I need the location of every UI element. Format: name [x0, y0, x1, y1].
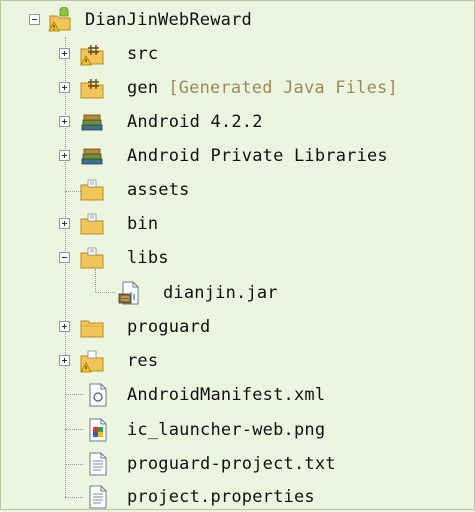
tree-label: ic_launcher-web.png: [127, 420, 326, 440]
expand-toggle[interactable]: [59, 116, 70, 127]
tree-row-src[interactable]: src: [1, 39, 471, 69]
tree-row-proguard-project[interactable]: proguard-project.txt: [1, 449, 471, 479]
expand-toggle[interactable]: [59, 321, 70, 332]
source-folder-icon: [79, 75, 105, 101]
tree-row-dianjin-jar[interactable]: dianjin.jar: [1, 278, 471, 308]
tree-row-res[interactable]: res: [1, 346, 471, 376]
project-tree: DianJinWebReward src gen [Generated Java…: [1, 1, 474, 509]
text-file-icon: [85, 484, 111, 510]
collapse-toggle[interactable]: [29, 14, 40, 25]
tree-label: dianjin.jar: [163, 283, 278, 303]
library-icon: [79, 143, 105, 169]
expand-toggle[interactable]: [59, 150, 70, 161]
generated-decoration: [Generated Java Files]: [168, 78, 398, 98]
tree-row-assets[interactable]: assets: [1, 175, 471, 205]
project-name: DianJinWebReward: [85, 10, 252, 30]
folder-name: gen: [127, 78, 159, 98]
tree-label: src: [127, 44, 159, 64]
tree-row-project[interactable]: DianJinWebReward: [1, 5, 471, 35]
tree-label: res: [127, 351, 159, 371]
expand-toggle[interactable]: [59, 218, 70, 229]
tree-label: Android Private Libraries: [127, 146, 388, 166]
package-explorer-panel: DianJinWebReward src gen [Generated Java…: [0, 0, 475, 510]
tree-row-private-libraries[interactable]: Android Private Libraries: [1, 141, 471, 171]
expand-toggle[interactable]: [59, 48, 70, 59]
folder-icon: [79, 348, 105, 374]
tree-label: Android 4.2.2: [127, 112, 263, 132]
tree-label: proguard: [127, 317, 211, 337]
tree-label: project.properties: [127, 487, 315, 507]
expand-toggle[interactable]: [59, 82, 70, 93]
tree-row-bin[interactable]: bin: [1, 209, 471, 239]
plain-folder-icon: [79, 314, 105, 340]
source-folder-icon: [79, 41, 105, 67]
tree-row-project-properties[interactable]: project.properties: [1, 482, 471, 512]
tree-row-proguard[interactable]: proguard: [1, 312, 471, 342]
tree-label: bin: [127, 214, 159, 234]
tree-row-ic-launcher[interactable]: ic_launcher-web.png: [1, 415, 471, 445]
tree-label: AndroidManifest.xml: [127, 385, 326, 405]
text-file-icon: [85, 451, 111, 477]
xml-file-icon: [85, 382, 111, 408]
tree-row-android-422[interactable]: Android 4.2.2: [1, 107, 471, 137]
folder-icon: [79, 177, 105, 203]
tree-label: libs: [127, 248, 169, 268]
android-project-icon: [47, 7, 73, 33]
image-file-icon: [85, 417, 111, 443]
expand-toggle[interactable]: [59, 355, 70, 366]
tree-row-android-manifest[interactable]: AndroidManifest.xml: [1, 380, 471, 410]
library-icon: [79, 109, 105, 135]
tree-label: gen [Generated Java Files]: [127, 77, 398, 99]
jar-icon: [117, 280, 143, 306]
tree-label: assets: [127, 180, 190, 200]
tree-label: proguard-project.txt: [127, 454, 336, 474]
collapse-toggle[interactable]: [59, 252, 70, 263]
folder-icon: [79, 245, 105, 271]
tree-row-gen[interactable]: gen [Generated Java Files]: [1, 73, 471, 103]
tree-row-libs[interactable]: libs: [1, 243, 471, 273]
folder-icon: [79, 211, 105, 237]
